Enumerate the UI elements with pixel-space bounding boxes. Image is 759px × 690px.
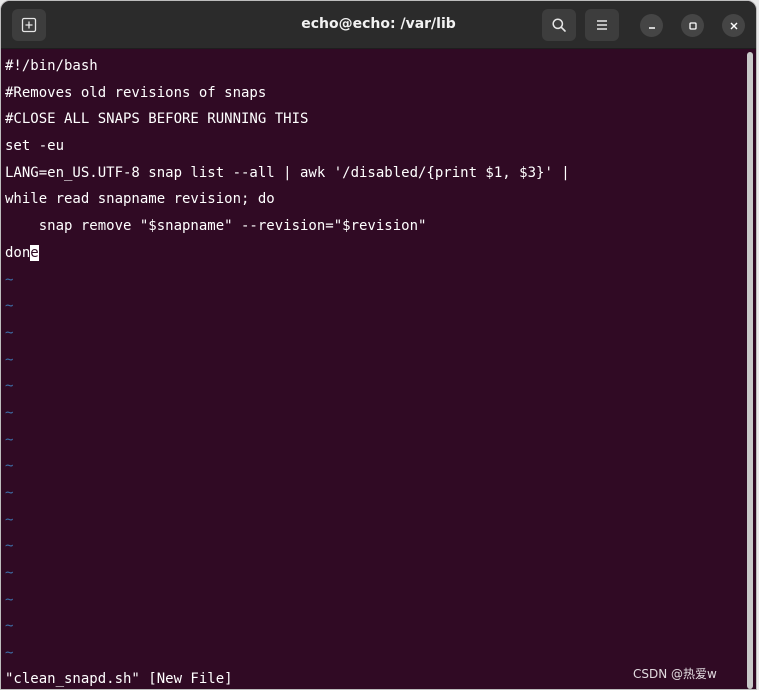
minimize-button[interactable]	[640, 14, 663, 37]
empty-line-tilde: ~	[5, 324, 14, 341]
code-line: #Removes old revisions of snaps	[5, 84, 267, 101]
code-line: snap remove "$snapname" --revision="$rev…	[5, 218, 427, 235]
maximize-button[interactable]	[681, 14, 704, 37]
watermark: CSDN @热爱w	[633, 667, 717, 681]
empty-line-tilde: ~	[5, 618, 14, 635]
empty-line-tilde: ~	[5, 645, 14, 662]
empty-line-tilde: ~	[5, 538, 14, 555]
hamburger-menu-icon	[597, 20, 607, 30]
empty-line-tilde: ~	[5, 591, 14, 608]
empty-line-tilde: ~	[5, 431, 14, 448]
empty-line-tilde: ~	[5, 298, 14, 315]
scrollbar[interactable]	[746, 52, 754, 689]
code-line-with-cursor: done	[5, 243, 741, 270]
empty-line-markers: ~ ~ ~ ~ ~ ~ ~ ~ ~ ~ ~ ~ ~ ~ ~	[5, 270, 741, 670]
search-icon	[552, 18, 566, 32]
scrollbar-thumb[interactable]	[747, 52, 753, 689]
code-line: #CLOSE ALL SNAPS BEFORE RUNNING THIS	[5, 111, 309, 128]
code-line: LANG=en_US.UTF-8 snap list --all | awk '…	[5, 164, 570, 181]
terminal-window: echo@echo: /var/lib #!/bin/bash #Removes…	[0, 0, 757, 690]
search-button[interactable]	[542, 9, 576, 41]
empty-line-tilde: ~	[5, 378, 14, 395]
code-line: #!/bin/bash	[5, 58, 98, 74]
minimize-icon	[648, 26, 655, 29]
empty-line-tilde: ~	[5, 351, 14, 368]
close-button[interactable]	[722, 14, 745, 37]
text-cursor: e	[30, 244, 39, 261]
empty-line-tilde: ~	[5, 458, 14, 475]
code-line-text: don	[5, 244, 31, 261]
empty-line-tilde: ~	[5, 271, 14, 288]
status-line: "clean_snapd.sh" [New File]	[5, 671, 233, 687]
title-bar: echo@echo: /var/lib	[1, 1, 756, 49]
code-line: set -eu	[5, 138, 65, 155]
empty-line-tilde: ~	[5, 565, 14, 582]
vim-editor-buffer[interactable]: #!/bin/bash #Removes old revisions of sn…	[5, 56, 741, 670]
maximize-icon	[688, 21, 697, 30]
menu-button[interactable]	[585, 9, 619, 41]
code-line: while read snapname revision; do	[5, 191, 275, 208]
close-icon	[730, 22, 737, 29]
empty-line-tilde: ~	[5, 485, 14, 501]
empty-line-tilde: ~	[5, 404, 14, 421]
empty-line-tilde: ~	[5, 511, 14, 528]
